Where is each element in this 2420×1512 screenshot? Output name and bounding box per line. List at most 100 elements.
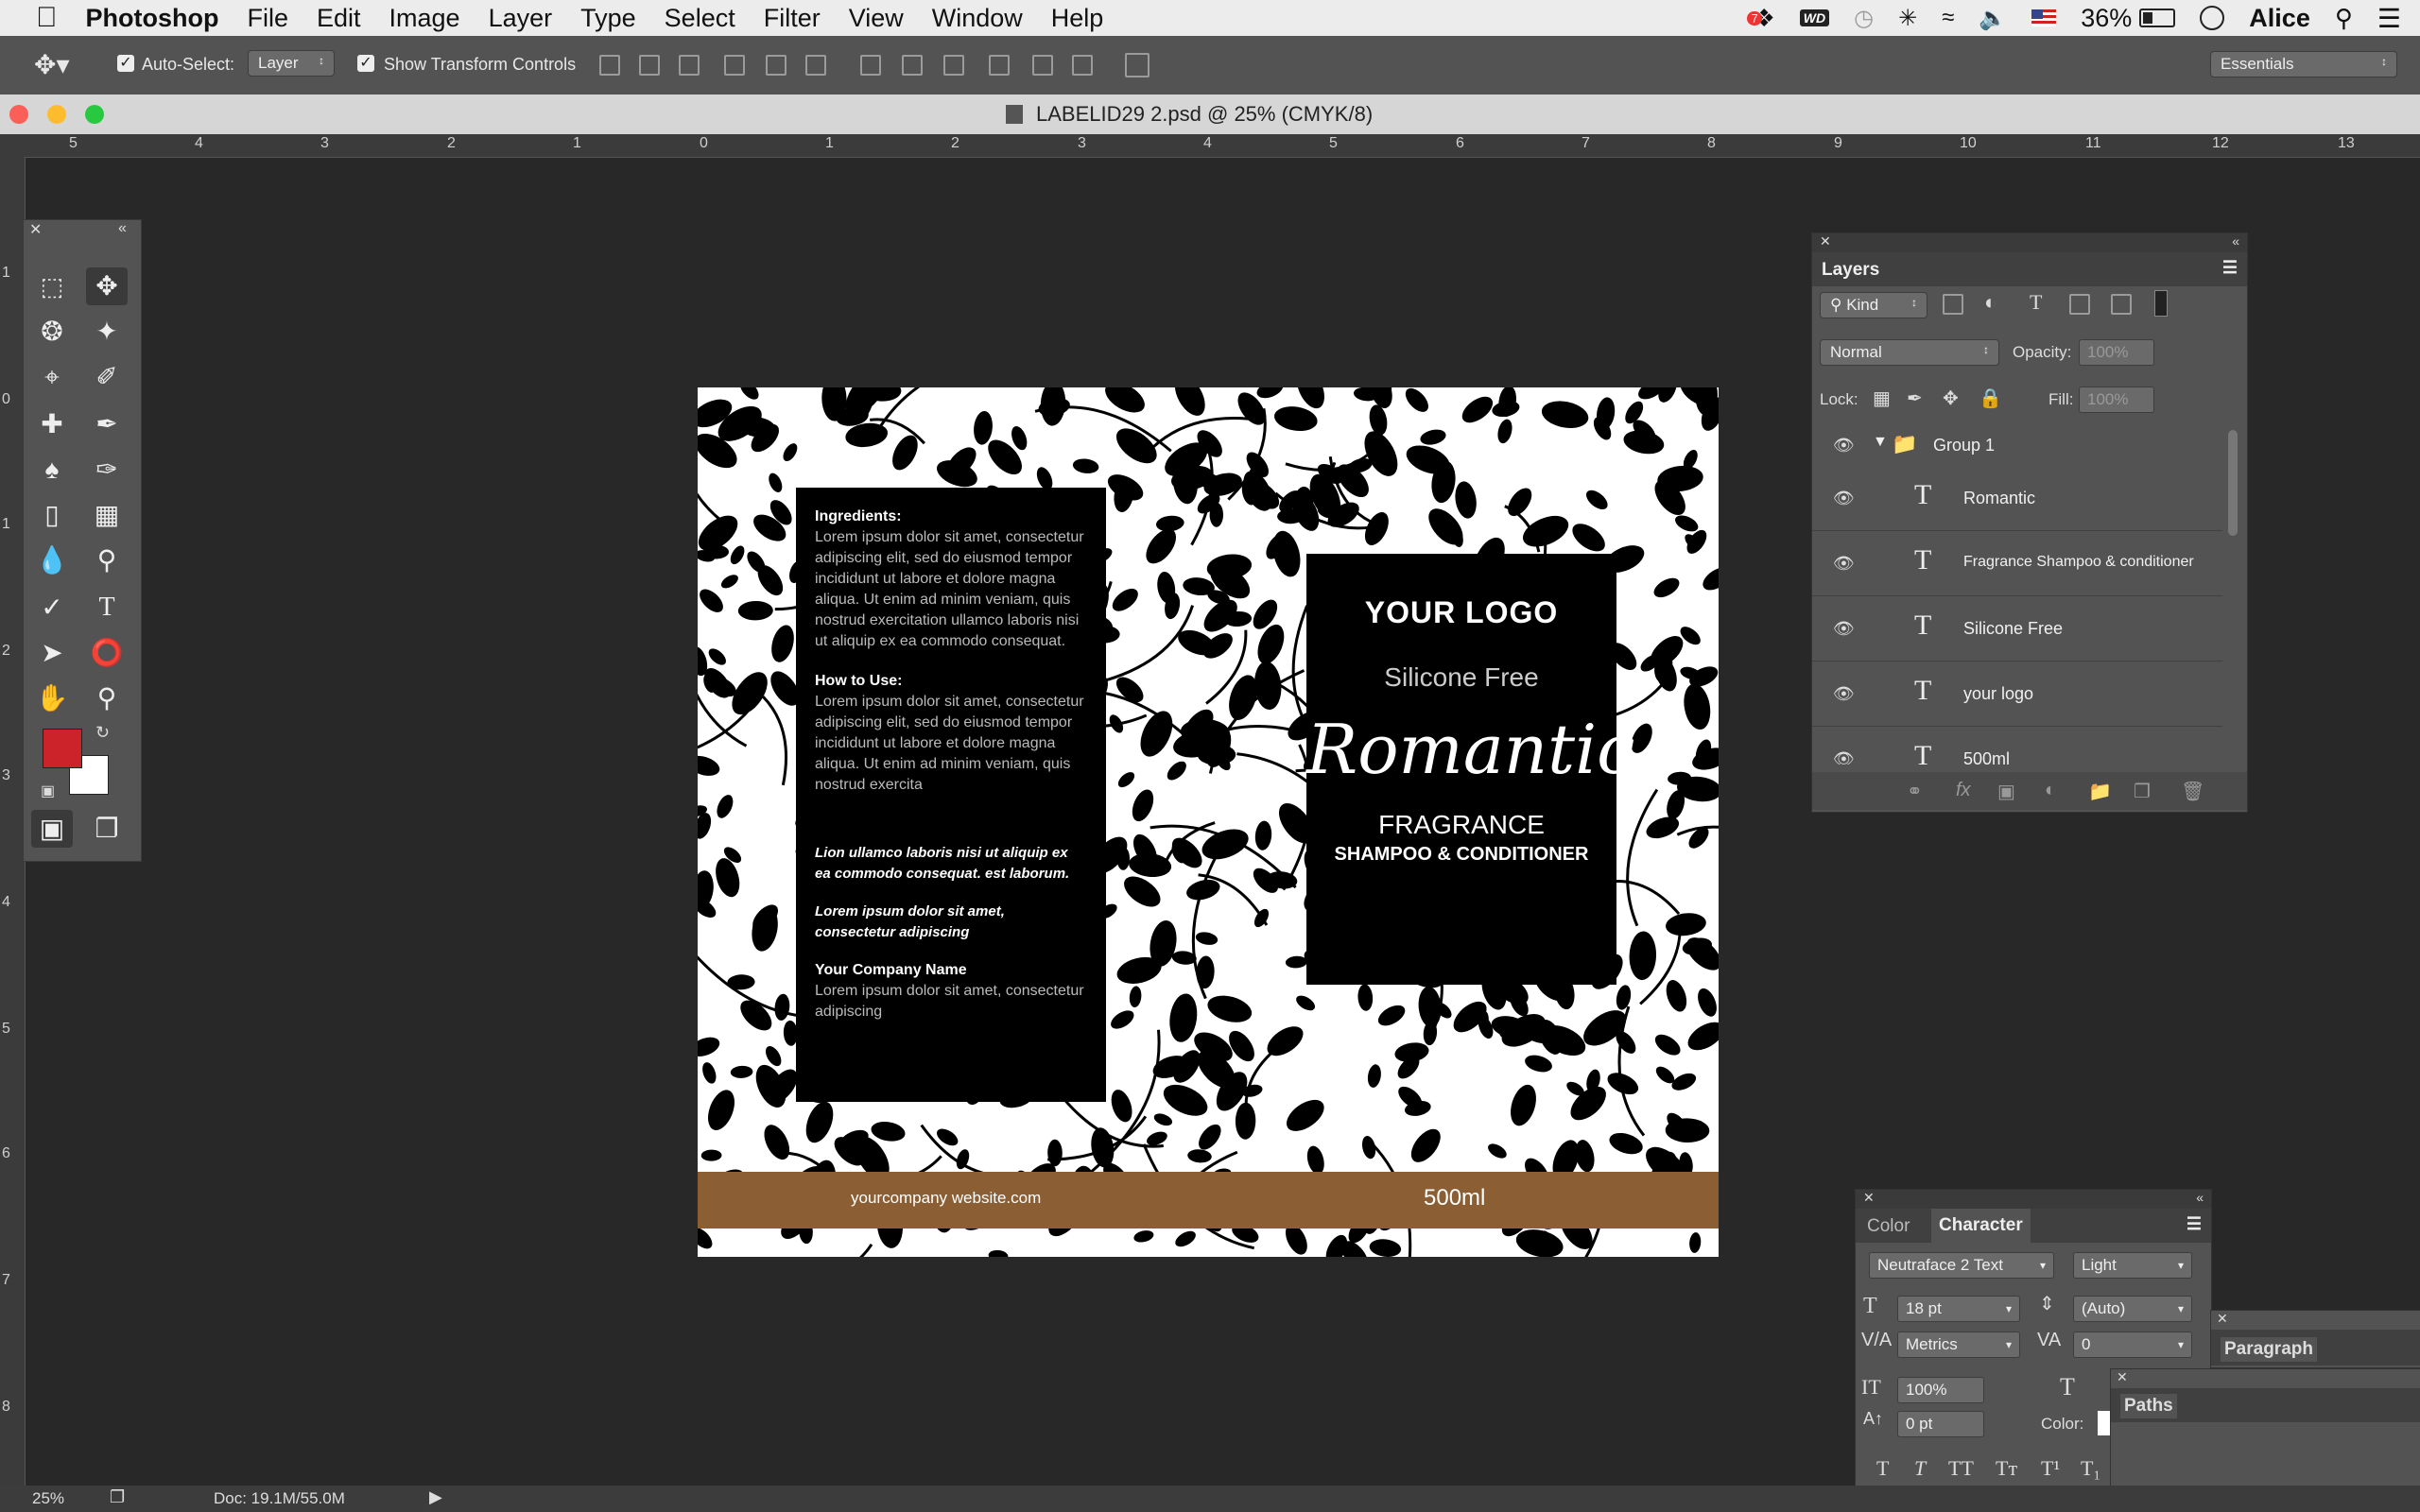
menu-layer[interactable]: Layer xyxy=(489,4,553,33)
panel-menu-icon[interactable]: ☰ xyxy=(2187,1214,2202,1234)
menu-select[interactable]: Select xyxy=(665,4,735,33)
tracking-field[interactable]: 0 ▾ xyxy=(2073,1332,2192,1358)
layer-group-row[interactable]: 👁 ▼ 📁 Group 1 xyxy=(1812,424,2222,467)
foreground-color-swatch[interactable] xyxy=(43,729,82,768)
fill-field[interactable]: 100% xyxy=(2079,387,2154,413)
baseline-shift-field[interactable]: 0 pt xyxy=(1897,1411,1984,1437)
distribute-left-icon[interactable] xyxy=(989,55,1010,76)
collapse-panel-icon[interactable]: « xyxy=(2232,233,2239,249)
magic-wand-tool-icon[interactable]: ✦ xyxy=(86,313,128,351)
zoom-level[interactable]: 25% xyxy=(32,1489,64,1508)
close-panel-icon[interactable]: ✕ xyxy=(2217,1311,2228,1327)
workspace-dropdown[interactable]: Essentials ↕ xyxy=(2210,51,2397,77)
menu-filter[interactable]: Filter xyxy=(764,4,821,33)
auto-align-layers-icon[interactable] xyxy=(1125,53,1150,77)
layer-row[interactable]: 👁 T 500ml xyxy=(1812,727,2222,765)
visibility-eye-icon[interactable]: 👁 xyxy=(1833,554,1855,574)
gradient-tool-icon[interactable]: ▦ xyxy=(86,496,128,534)
spotlight-search-icon[interactable]: ⚲ xyxy=(2335,4,2353,33)
close-panel-icon[interactable]: ✕ xyxy=(1863,1190,1875,1206)
type-tool-icon[interactable]: T xyxy=(86,589,128,627)
faux-bold-icon[interactable]: T xyxy=(1876,1456,1889,1481)
layer-filter-dropdown[interactable]: ⚲ Kind ↕ xyxy=(1820,292,1927,318)
tab-color[interactable]: Color xyxy=(1867,1216,1910,1237)
crop-tool-icon[interactable]: ⌖ xyxy=(31,358,73,396)
clock-icon[interactable] xyxy=(2200,6,2225,30)
menu-file[interactable]: File xyxy=(247,4,288,33)
apple-icon[interactable]:  xyxy=(36,2,58,34)
auto-select-checkbox[interactable]: ✓ xyxy=(117,55,134,72)
zoom-tool-icon[interactable]: ⚲ xyxy=(86,679,128,717)
leading-field[interactable]: (Auto) ▾ xyxy=(2073,1296,2192,1322)
app-name-menu[interactable]: Photoshop xyxy=(86,4,219,33)
layers-tab[interactable]: Layers xyxy=(1822,260,1879,281)
blend-mode-dropdown[interactable]: Normal ↕ xyxy=(1820,339,1999,366)
close-panel-icon[interactable]: ✕ xyxy=(1820,233,1831,249)
distribute-horizontal-center-icon[interactable] xyxy=(1032,55,1053,76)
text-color-swatch[interactable] xyxy=(2098,1411,2111,1435)
dropbox-badge-icon[interactable]: ❖ 7 xyxy=(1747,4,1775,33)
layers-scrollbar[interactable] xyxy=(2228,430,2238,536)
delete-layer-icon[interactable]: 🗑 xyxy=(2181,780,2204,803)
font-family-dropdown[interactable]: Neutraface 2 Text ▾ xyxy=(1869,1252,2054,1279)
group-expand-icon[interactable]: ▼ xyxy=(1873,434,1888,451)
bluetooth-icon[interactable]: ✳ xyxy=(1898,5,1917,32)
status-menu-arrow-icon[interactable]: ▶ xyxy=(429,1487,442,1507)
horizontal-ruler[interactable]: 5 4 3 2 1 0 1 2 3 4 5 6 7 8 9 10 11 12 1… xyxy=(0,134,2420,158)
layer-style-fx-icon[interactable]: fx xyxy=(1956,780,1971,801)
quick-mask-icon[interactable]: ▣ xyxy=(31,810,73,848)
wd-drive-icon[interactable]: WD xyxy=(1799,9,1830,26)
font-size-field[interactable]: 18 pt ▾ xyxy=(1897,1296,2020,1322)
status-info-icon[interactable]: ❐ xyxy=(110,1487,125,1507)
font-style-dropdown[interactable]: Light ▾ xyxy=(2073,1252,2192,1279)
tab-character[interactable]: Character xyxy=(1931,1209,2031,1243)
visibility-eye-icon[interactable]: 👁 xyxy=(1833,684,1855,704)
subscript-icon[interactable]: T₁ xyxy=(2081,1456,2100,1481)
ellipse-tool-icon[interactable]: ⭕ xyxy=(86,634,128,672)
vertical-scale-field[interactable]: 100% xyxy=(1897,1377,1984,1403)
superscript-icon[interactable]: T¹ xyxy=(2041,1456,2060,1481)
collapse-panel-icon[interactable]: « xyxy=(2196,1190,2204,1205)
filter-adjustment-icon[interactable]: ◐ xyxy=(1984,290,1996,315)
healing-brush-tool-icon[interactable]: ✚ xyxy=(31,405,73,443)
layer-row[interactable]: 👁 T Romantic xyxy=(1812,466,2222,531)
move-tool-preset-icon[interactable]: ✥▾ xyxy=(34,49,70,80)
pen-tool-icon[interactable]: ✓ xyxy=(31,589,73,627)
eyedropper-tool-icon[interactable]: ✐ xyxy=(86,358,128,396)
align-right-icon[interactable] xyxy=(805,55,826,76)
close-panel-icon[interactable]: ✕ xyxy=(2117,1369,2128,1385)
new-layer-icon[interactable]: ❐ xyxy=(2134,780,2151,803)
distribute-bottom-icon[interactable] xyxy=(943,55,964,76)
menu-image[interactable]: Image xyxy=(389,4,460,33)
opacity-field[interactable]: 100% xyxy=(2079,339,2154,366)
marquee-tool-icon[interactable]: ⬚ xyxy=(31,267,73,305)
panel-menu-icon[interactable]: ☰ xyxy=(2222,258,2238,278)
visibility-eye-icon[interactable]: 👁 xyxy=(1833,619,1855,639)
menu-window[interactable]: Window xyxy=(932,4,1023,33)
collapse-panel-icon[interactable]: « xyxy=(118,220,127,237)
dodge-tool-icon[interactable]: ⚲ xyxy=(86,541,128,579)
menu-type[interactable]: Type xyxy=(580,4,636,33)
filter-smart-object-icon[interactable] xyxy=(2111,294,2132,315)
lasso-tool-icon[interactable]: ❂ xyxy=(31,313,73,351)
filter-toggle-icon[interactable] xyxy=(2154,290,2168,317)
battery-percent[interactable]: 36% xyxy=(2081,4,2132,33)
auto-select-dropdown[interactable]: Layer ↕ xyxy=(248,50,335,77)
visibility-eye-icon[interactable]: 👁 xyxy=(1833,749,1855,765)
wifi-icon[interactable]: ≈ xyxy=(1942,5,1954,31)
distribute-right-icon[interactable] xyxy=(1072,55,1093,76)
lock-position-icon[interactable]: ✥ xyxy=(1943,387,1959,410)
layer-row[interactable]: 👁 T Fragrance Shampoo & conditioner xyxy=(1812,531,2222,596)
visibility-eye-icon[interactable]: 👁 xyxy=(1833,489,1855,508)
menu-edit[interactable]: Edit xyxy=(317,4,361,33)
tab-paragraph[interactable]: Paragraph xyxy=(2221,1337,2317,1362)
path-selection-tool-icon[interactable]: ➤ xyxy=(31,634,73,672)
align-horizontal-center-icon[interactable] xyxy=(766,55,786,76)
tab-paths[interactable]: Paths xyxy=(2120,1394,2177,1418)
new-group-icon[interactable]: 📁 xyxy=(2088,780,2112,803)
distribute-top-icon[interactable] xyxy=(860,55,881,76)
align-vertical-center-icon[interactable] xyxy=(639,55,660,76)
faux-italic-icon[interactable]: T xyxy=(1914,1456,1926,1481)
clone-stamp-tool-icon[interactable]: ♠ xyxy=(31,451,73,489)
time-machine-icon[interactable]: ◷ xyxy=(1854,5,1874,32)
